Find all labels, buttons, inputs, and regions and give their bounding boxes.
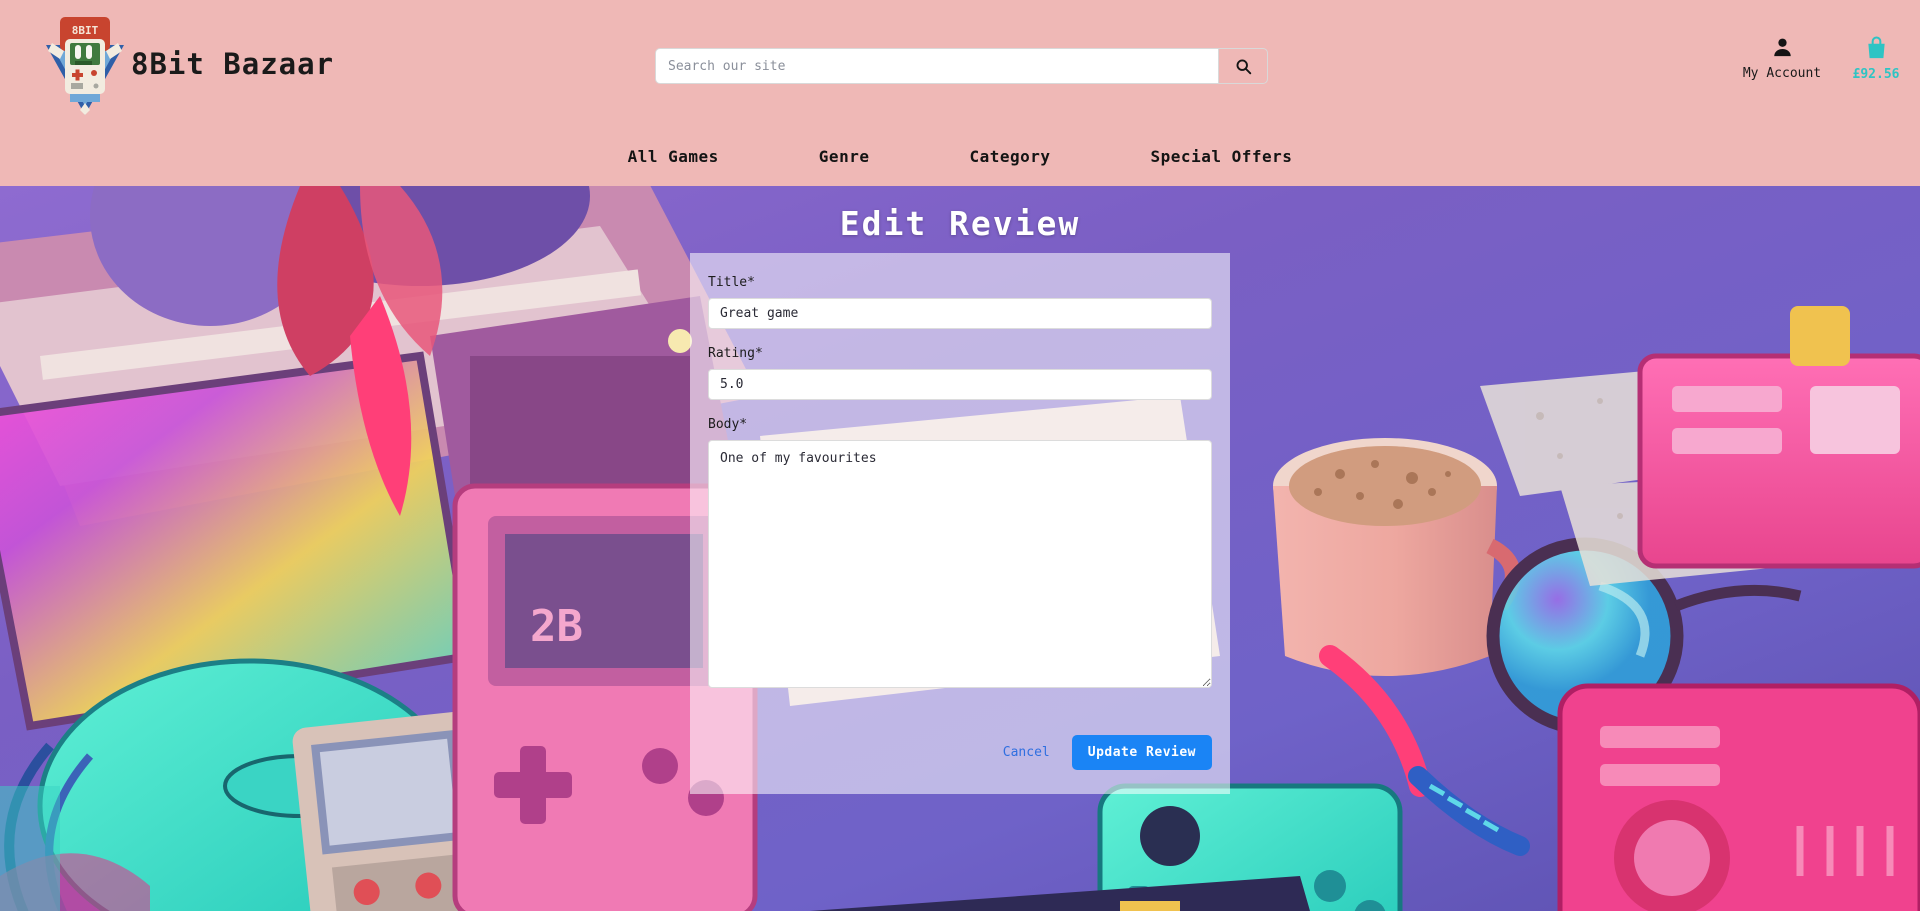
svg-text:8BIT: 8BIT (72, 24, 99, 37)
rating-field-label: Rating* (708, 346, 763, 361)
user-icon (1773, 38, 1791, 57)
nav-item-category[interactable]: Category (969, 147, 1050, 166)
search-icon (1236, 59, 1251, 74)
search-input[interactable] (655, 48, 1218, 84)
brand-row: 8BIT BAZAAR 8 (0, 0, 1920, 126)
edit-review-form: Title* Rating* Body* Cancel Update Revie… (690, 253, 1230, 794)
nav-item-genre[interactable]: Genre (819, 147, 870, 166)
cancel-button[interactable]: Cancel (1003, 745, 1050, 760)
page-title: Edit Review (839, 204, 1081, 243)
nav-item-special-offers[interactable]: Special Offers (1151, 147, 1293, 166)
cart-link[interactable]: £92.56 (1838, 36, 1914, 82)
site-logo[interactable]: 8BIT BAZAAR (42, 11, 128, 117)
cart-total: £92.56 (1852, 67, 1900, 82)
my-account-link[interactable]: My Account (1742, 36, 1822, 81)
main-navigation: All Games Genre Category Special Offers (0, 126, 1920, 186)
title-input[interactable] (708, 298, 1212, 329)
search-button[interactable] (1218, 48, 1268, 84)
shopping-bag-icon (1867, 36, 1885, 59)
site-header: 8BIT BAZAAR 8 (0, 0, 1920, 186)
body-field-label: Body* (708, 417, 748, 432)
search-form (655, 48, 1268, 84)
my-account-label: My Account (1742, 66, 1822, 81)
8bit-console-shield-logo-icon: 8BIT BAZAAR (46, 17, 124, 115)
brand-name: 8Bit Bazaar (131, 47, 335, 81)
nav-item-all-games[interactable]: All Games (628, 147, 719, 166)
update-review-button[interactable]: Update Review (1071, 735, 1212, 770)
form-actions: Cancel Update Review (708, 735, 1212, 770)
title-field-label: Title* (708, 275, 755, 290)
body-textarea[interactable] (708, 440, 1212, 688)
svg-text:2B: 2B (530, 601, 583, 652)
rating-input[interactable] (708, 369, 1212, 400)
